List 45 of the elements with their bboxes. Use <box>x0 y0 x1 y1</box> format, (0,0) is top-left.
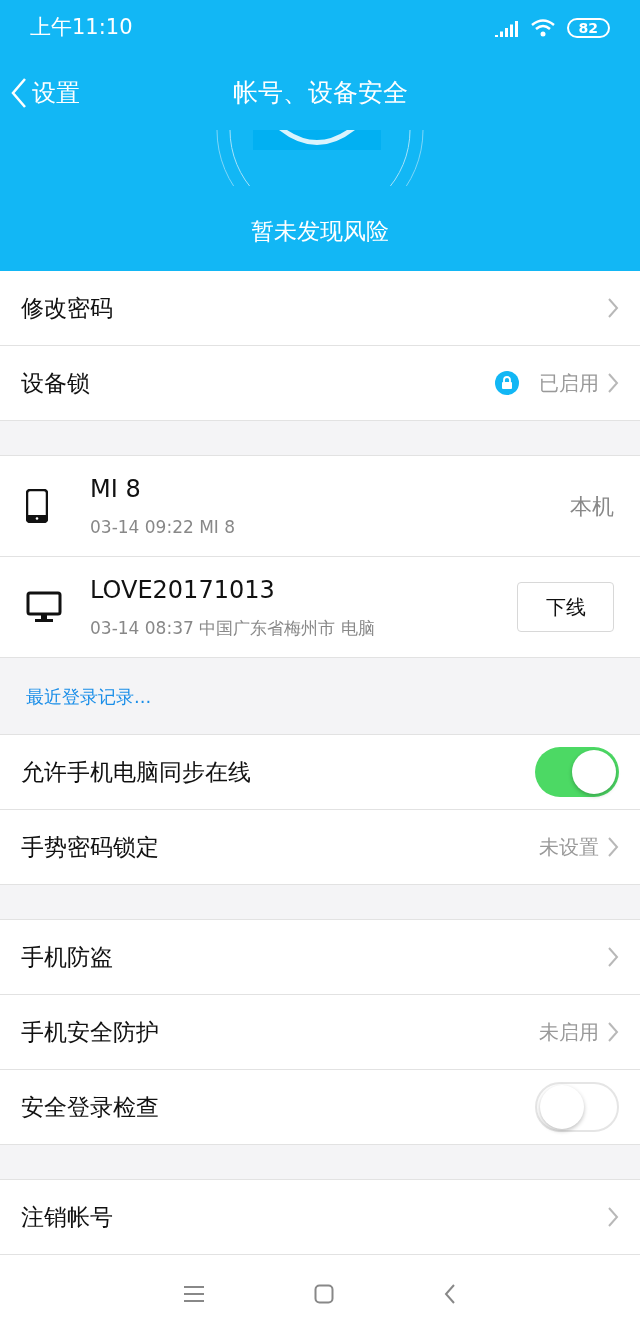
settings-row[interactable]: 修改密码 <box>0 271 640 347</box>
device-name: MI 8 <box>90 475 142 504</box>
row-value: 已启用 <box>539 370 599 398</box>
settings-row[interactable]: 安全登录检查 <box>0 1070 640 1146</box>
battery-indicator: 82 <box>566 18 610 38</box>
row-label: 安全登录检查 <box>21 1093 160 1123</box>
device-detail: 03-14 09:22 MI 8 <box>90 517 237 538</box>
chevron-right-icon <box>607 297 619 320</box>
back-icon <box>10 77 28 109</box>
home-icon[interactable] <box>314 1283 334 1304</box>
device-detail: 03-14 08:37 中国广东省梅州市 电脑 <box>90 618 376 639</box>
toggle-switch[interactable] <box>535 747 619 798</box>
monitor-icon <box>26 591 62 624</box>
row-label: 手机防盗 <box>21 943 114 973</box>
settings-row[interactable]: 注销帐号 <box>0 1180 640 1256</box>
settings-row[interactable]: 手机安全防护 未启用 <box>0 995 640 1071</box>
settings-row[interactable]: 手机防盗 <box>0 920 640 996</box>
toggle-switch[interactable] <box>535 1082 619 1133</box>
chevron-right-icon <box>607 1206 619 1229</box>
chevron-right-icon <box>607 836 619 859</box>
settings-row[interactable]: 允许手机电脑同步在线 <box>0 735 640 811</box>
back-icon[interactable] <box>444 1283 456 1304</box>
row-label: 注销帐号 <box>21 1203 114 1233</box>
row-label: 允许手机电脑同步在线 <box>21 758 252 788</box>
current-device-label: 本机 <box>570 492 614 521</box>
row-label: 设备锁 <box>21 369 91 399</box>
phone-icon <box>26 489 48 524</box>
chevron-right-icon <box>607 1021 619 1044</box>
row-value: 未设置 <box>539 834 599 862</box>
row-label: 手势密码锁定 <box>21 833 160 863</box>
status-time: 上午11:10 <box>30 14 133 42</box>
device-name: LOVE20171013 <box>90 576 276 605</box>
row-label: 手机安全防护 <box>21 1018 160 1048</box>
chevron-right-icon <box>607 946 619 969</box>
settings-row[interactable]: 手势密码锁定 未设置 <box>0 810 640 886</box>
chevron-right-icon <box>607 372 619 395</box>
page-title: 帐号、设备安全 <box>232 77 408 110</box>
row-value: 未启用 <box>539 1019 599 1047</box>
row-label: 修改密码 <box>21 294 114 324</box>
signal-icon <box>494 19 519 37</box>
logout-device-button[interactable]: 下线 <box>517 582 614 633</box>
menu-icon[interactable] <box>184 1285 204 1302</box>
risk-status: 暂未发现风险 <box>251 217 389 246</box>
settings-row[interactable]: 设备锁 已启用 <box>0 346 640 422</box>
wifi-icon <box>530 19 555 37</box>
